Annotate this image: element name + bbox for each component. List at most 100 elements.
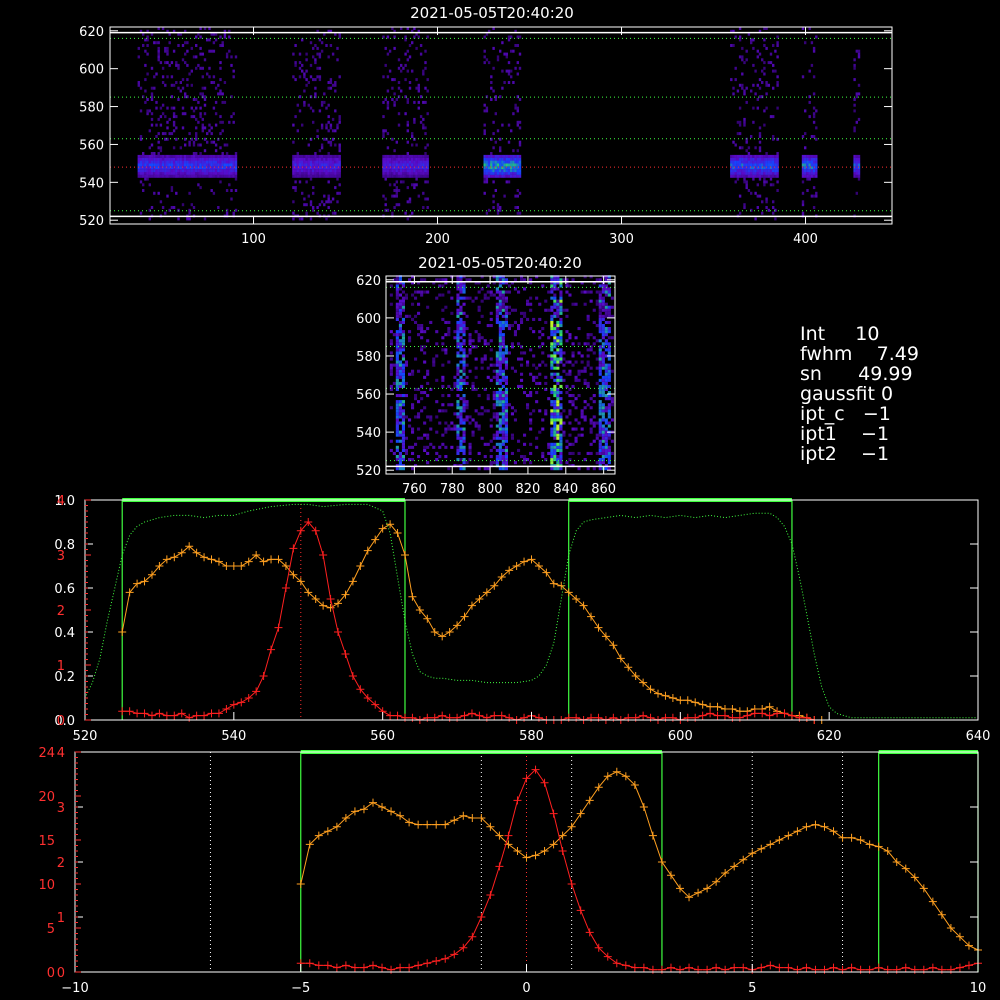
- spectrogram-cell: [172, 169, 176, 173]
- spectrogram-cell: [752, 160, 755, 164]
- spectrogram-cell: [501, 169, 504, 173]
- spectrogram-cell: [774, 163, 777, 167]
- spectrogram-cell: [389, 439, 393, 443]
- spectrogram-cell: [758, 135, 762, 138]
- spectrogram-cell: [137, 154, 140, 158]
- spectrogram-cell: [401, 439, 405, 443]
- spectrogram-cell: [309, 171, 313, 175]
- spectrogram-cell: [496, 163, 500, 167]
- spectrogram-cell: [181, 160, 185, 164]
- spectrogram-cell: [468, 421, 472, 425]
- spectrogram-cell: [495, 372, 499, 376]
- spectrogram-cell: [137, 160, 140, 164]
- spectrogram-cell: [553, 412, 557, 416]
- spectrogram-cell: [159, 106, 163, 110]
- spectrogram-cell: [462, 409, 466, 413]
- spectrogram-cell: [223, 81, 227, 84]
- spectrogram-cell: [494, 189, 497, 192]
- spectrogram-cell: [292, 217, 295, 221]
- spectrogram-cell: [738, 194, 742, 198]
- spectrogram-cell: [301, 171, 304, 175]
- spectrogram-cell: [406, 171, 409, 175]
- spectrogram-cell: [159, 149, 163, 153]
- spectrogram-cell: [166, 46, 169, 50]
- spectrogram-cell: [201, 52, 204, 56]
- spectrogram-cell: [184, 163, 187, 167]
- spectrogram-cell: [498, 412, 502, 416]
- spectrogram-cell: [765, 174, 768, 178]
- spectrogram-cell: [752, 157, 755, 161]
- spectrogram-cell: [730, 78, 733, 82]
- data-point: [513, 796, 522, 805]
- spectrogram-cell: [426, 394, 430, 398]
- spectrogram-cell: [391, 163, 394, 167]
- spectrogram-cell: [188, 72, 191, 76]
- spectrogram-cell: [423, 445, 427, 449]
- spectrogram-cell: [498, 430, 502, 434]
- spectrogram-cell: [601, 305, 605, 309]
- spectrogram-cell: [417, 106, 420, 110]
- spectrogram-cell: [518, 143, 522, 147]
- spectrogram-cell: [146, 174, 149, 178]
- y-tick-label: 10: [38, 878, 55, 893]
- spectrogram-cell: [386, 103, 390, 107]
- spectrogram-cell: [164, 49, 167, 53]
- spectrogram-cell: [462, 290, 466, 294]
- spectrogram-cell: [181, 154, 185, 158]
- spectrogram-cell: [504, 391, 508, 395]
- spectrogram-cell: [424, 157, 427, 161]
- spectrogram-cell: [417, 327, 421, 331]
- small-spectrogram-cells: [389, 275, 614, 471]
- data-point: [155, 709, 164, 718]
- spectrogram-cell: [496, 206, 500, 209]
- spectrogram-cell: [192, 206, 196, 209]
- spectrogram-cell: [559, 442, 563, 446]
- spectrogram-cell: [583, 378, 587, 382]
- spectrogram-cell: [395, 354, 399, 358]
- spectrogram-cell: [505, 157, 508, 161]
- spectrogram-cell: [190, 115, 193, 119]
- spectrogram-cell: [801, 163, 805, 167]
- spectrogram-cell: [750, 157, 753, 161]
- spectrogram-cell: [234, 152, 238, 155]
- spectrogram-cell: [389, 357, 393, 361]
- data-point: [838, 833, 847, 842]
- spectrogram-cell: [307, 81, 310, 84]
- spectrogram-cell: [494, 160, 497, 164]
- spectrogram-cell: [206, 169, 209, 173]
- spectrogram-cell: [462, 418, 466, 422]
- spectrogram-cell: [401, 342, 405, 346]
- spectrogram-cell: [492, 146, 495, 150]
- spectrogram-cell: [604, 448, 608, 452]
- info-line-ipt2: ipt2 −1: [800, 443, 889, 465]
- spectrogram-cell: [486, 394, 490, 398]
- spectrogram-cell: [146, 72, 149, 76]
- spectrogram-cell: [498, 339, 502, 343]
- spectrogram-cell: [607, 445, 611, 449]
- data-point: [585, 928, 594, 937]
- spectrogram-cell: [498, 378, 502, 382]
- spectrogram-cell: [553, 357, 557, 361]
- y-tick-label: 0.4: [54, 626, 75, 641]
- spectrogram-cell: [754, 174, 757, 178]
- spectrogram-cell: [397, 81, 401, 84]
- data-point: [125, 707, 134, 716]
- spectrogram-cell: [556, 308, 560, 312]
- spectrogram-cell: [393, 183, 396, 187]
- spectrogram-cell: [166, 169, 169, 173]
- spectrogram-cell: [153, 171, 156, 175]
- spectrogram-cell: [574, 418, 578, 422]
- spectrogram-cell: [318, 75, 322, 79]
- spectrogram-cell: [301, 217, 304, 221]
- spectrogram-cell: [417, 166, 420, 170]
- spectrogram-cell: [577, 451, 581, 455]
- spectrogram-cell: [309, 174, 313, 178]
- spectrogram-cell: [411, 157, 414, 161]
- spectrogram-cell: [604, 406, 608, 410]
- spectrogram-cell: [329, 160, 333, 164]
- spectrogram-cell: [395, 163, 398, 167]
- spectrogram-cell: [210, 169, 213, 173]
- spectrogram-cell: [142, 163, 145, 167]
- spectrogram-cell: [201, 123, 204, 127]
- spectrogram-cell: [212, 49, 216, 53]
